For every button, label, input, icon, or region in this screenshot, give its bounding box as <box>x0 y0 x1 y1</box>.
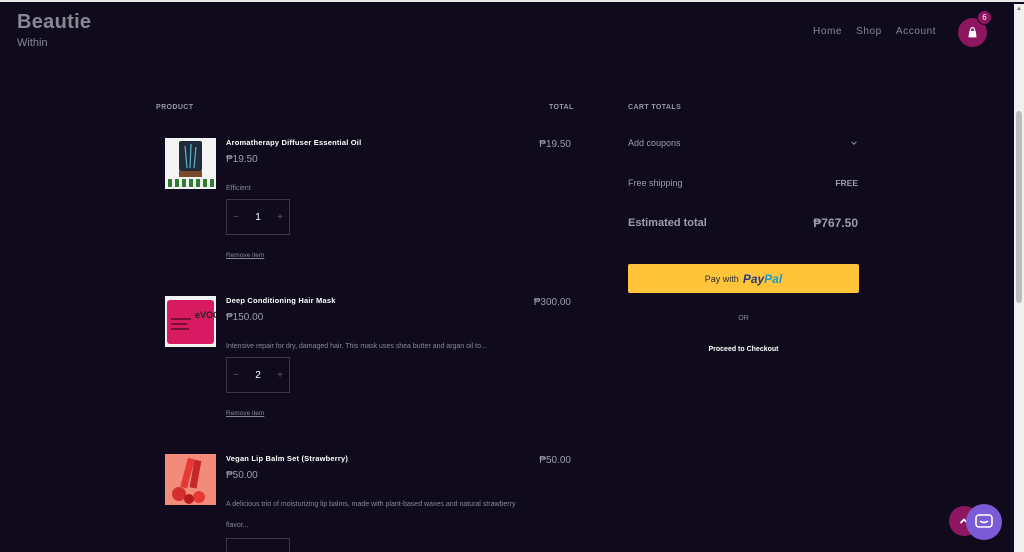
remove-item-link[interactable]: Remove item <box>226 410 264 417</box>
item-unit-price: ₱150.00 <box>226 312 264 323</box>
add-coupons-label: Add coupons <box>628 138 681 148</box>
shipping-value: FREE <box>835 178 858 188</box>
increase-qty-button[interactable]: + <box>277 370 283 381</box>
cart-item: Aromatherapy Diffuser Essential Oil ₱19.… <box>165 138 575 268</box>
quantity-stepper: − 1 + <box>226 199 290 235</box>
nav-home[interactable]: Home <box>813 26 842 37</box>
window-top-border <box>0 0 1024 2</box>
item-name[interactable]: Vegan Lip Balm Set (Strawberry) <box>226 454 348 463</box>
item-description: A delicious trio of moisturizing lip bal… <box>226 501 516 529</box>
chevron-down-icon <box>851 141 857 145</box>
shipping-label: Free shipping <box>628 178 683 188</box>
product-thumbnail-diffuser[interactable] <box>165 138 216 189</box>
proceed-to-checkout-link[interactable]: Proceed to Checkout <box>628 346 859 353</box>
cart-count-badge: 6 <box>977 10 992 25</box>
decrease-qty-button[interactable]: − <box>233 370 239 381</box>
column-header-product: PRODUCT <box>156 104 194 111</box>
quantity-value[interactable]: 2 <box>255 370 261 381</box>
quantity-value[interactable]: 1 <box>255 212 261 223</box>
main-nav: Home Shop Account <box>813 26 936 37</box>
item-unit-price: ₱50.00 <box>226 470 258 481</box>
item-unit-price: ₱19.50 <box>226 154 258 165</box>
item-description: Efficient <box>226 185 251 192</box>
cart-item: eVOO Deep Conditioning Hair Mask ₱150.00… <box>165 296 575 426</box>
increase-qty-button[interactable]: + <box>277 212 283 223</box>
nav-account[interactable]: Account <box>896 26 936 37</box>
estimated-total-value: ₱767.50 <box>813 216 858 230</box>
cart-icon <box>968 27 977 38</box>
estimated-total-label: Estimated total <box>628 217 707 229</box>
paypal-logo: PayPal <box>742 271 783 286</box>
item-line-total: ₱50.00 <box>539 455 571 466</box>
brand-title[interactable]: Beautie <box>17 11 91 34</box>
or-separator: OR <box>738 315 749 322</box>
scrollbar-thumb[interactable] <box>1016 111 1022 303</box>
paypal-button[interactable]: Pay with PayPal <box>628 264 859 293</box>
quantity-stepper[interactable] <box>226 538 290 552</box>
scroll-up-arrow-icon[interactable]: ▲ <box>1016 6 1022 12</box>
cart-totals-heading: CART TOTALS <box>628 104 682 111</box>
cart-item: Vegan Lip Balm Set (Strawberry) ₱50.00 A… <box>165 454 575 552</box>
site-brand[interactable]: Beautie Within <box>17 11 91 49</box>
estimated-total-row: Estimated total ₱767.50 <box>628 216 858 230</box>
quantity-stepper: − 2 + <box>226 357 290 393</box>
item-line-total: ₱300.00 <box>533 297 571 308</box>
product-thumbnail-hair-mask[interactable]: eVOO <box>165 296 216 347</box>
add-coupons-toggle[interactable]: Add coupons <box>628 138 858 148</box>
page-scrollbar[interactable]: ▲ <box>1014 4 1024 552</box>
brand-subtitle: Within <box>17 37 48 49</box>
decrease-qty-button[interactable]: − <box>233 212 239 223</box>
shipping-row: Free shipping FREE <box>628 178 858 188</box>
chat-icon <box>975 514 993 528</box>
product-thumbnail-lip-balm[interactable] <box>165 454 216 505</box>
column-header-total: TOTAL <box>549 104 574 111</box>
item-name[interactable]: Aromatherapy Diffuser Essential Oil <box>226 138 361 147</box>
item-line-total: ₱19.50 <box>539 139 571 150</box>
chat-widget-button[interactable] <box>966 504 1002 540</box>
item-name[interactable]: Deep Conditioning Hair Mask <box>226 296 336 305</box>
nav-shop[interactable]: Shop <box>856 26 882 37</box>
remove-item-link[interactable]: Remove item <box>226 252 264 259</box>
item-description: Intensive repair for dry, damaged hair. … <box>226 343 487 350</box>
paypal-prefix: Pay with <box>704 273 739 284</box>
thumbnail-brand-label: eVOO <box>195 310 216 320</box>
